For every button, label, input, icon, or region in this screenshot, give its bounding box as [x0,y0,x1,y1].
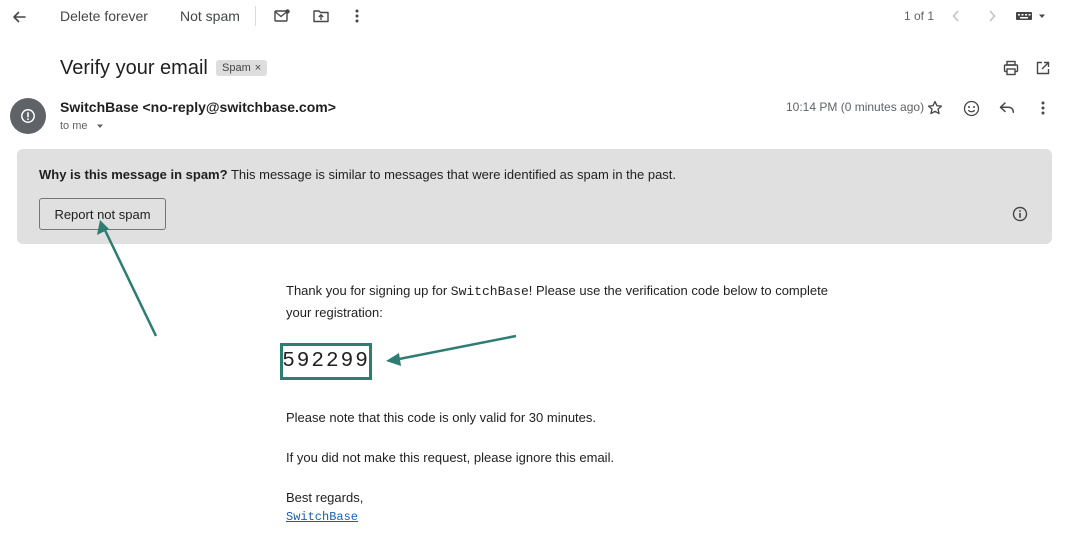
annotation-arrows [97,220,517,366]
arrow-to-code [386,334,517,366]
arrow-to-report-button [97,220,158,337]
